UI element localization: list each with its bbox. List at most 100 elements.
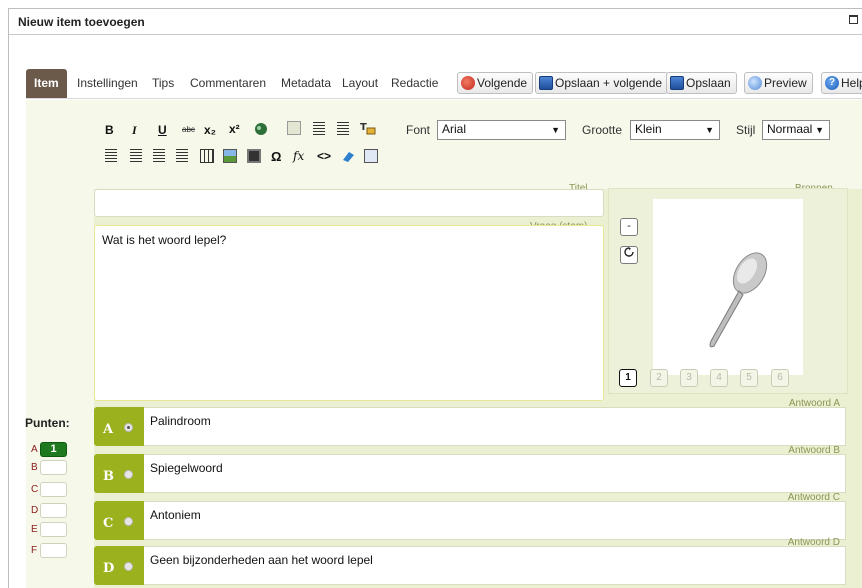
correct-answer-radio[interactable]: [124, 562, 133, 571]
points-input[interactable]: [40, 522, 67, 537]
answer-badge: B: [94, 454, 144, 493]
points-letter: E: [31, 524, 38, 535]
eraser-icon[interactable]: [341, 150, 355, 164]
points-letter: C: [31, 484, 39, 495]
help-label: Help: [841, 76, 862, 90]
answer-text: Spiegelwoord: [150, 461, 223, 475]
tab-metadata[interactable]: Metadata: [281, 76, 331, 90]
answer-letter: A: [103, 422, 114, 437]
clear-format-icon[interactable]: T: [360, 120, 376, 135]
special-char-button[interactable]: Ω: [271, 149, 281, 164]
size-label: Grootte: [582, 123, 623, 137]
answer-text: Palindroom: [150, 414, 211, 428]
underline-button[interactable]: U: [158, 123, 167, 137]
source-page-2[interactable]: 2: [650, 369, 668, 387]
source-page-6[interactable]: 6: [771, 369, 789, 387]
media-icon[interactable]: [247, 149, 261, 163]
outdent-icon[interactable]: [153, 149, 165, 163]
help-icon: ?: [825, 76, 839, 90]
points-input[interactable]: [40, 543, 67, 558]
refresh-source-button[interactable]: [620, 246, 638, 264]
style-select[interactable]: Normaal ▼: [762, 120, 830, 140]
correct-answer-radio[interactable]: [124, 423, 133, 432]
table-icon[interactable]: [200, 149, 214, 163]
svg-text:T: T: [360, 122, 367, 133]
next-button-label: Volgende: [477, 76, 528, 90]
superscript-button[interactable]: x²: [229, 122, 240, 136]
question-stem-text: Wat is het woord lepel?: [102, 233, 227, 247]
align-left-icon[interactable]: [287, 121, 301, 135]
image-icon[interactable]: [223, 149, 237, 163]
title-bar: Nieuw item toevoegen: [9, 9, 862, 35]
points-input[interactable]: 1: [40, 442, 67, 457]
tab-layout[interactable]: Layout: [342, 76, 378, 90]
question-stem-input[interactable]: Wat is het woord lepel?: [94, 225, 604, 401]
magnifier-icon: [748, 76, 762, 90]
points-letter: B: [31, 462, 38, 473]
source-code-button[interactable]: <>: [317, 149, 331, 163]
dialog-title: Nieuw item toevoegen: [18, 15, 145, 29]
answer-input[interactable]: Palindroom: [144, 407, 846, 446]
fullscreen-icon[interactable]: [364, 149, 378, 163]
tab-tips[interactable]: Tips: [152, 76, 174, 90]
source-page-5[interactable]: 5: [740, 369, 758, 387]
dialog-window: Nieuw item toevoegen Item Instellingen T…: [8, 8, 862, 588]
tab-commentaren[interactable]: Commentaren: [190, 76, 266, 90]
numbered-list-icon[interactable]: [130, 149, 142, 163]
font-select[interactable]: Arial ▼: [437, 120, 566, 140]
maximize-icon[interactable]: [849, 15, 858, 24]
bullet-list-icon[interactable]: [105, 149, 117, 163]
align-right-icon[interactable]: [337, 122, 349, 136]
points-letter: D: [31, 505, 39, 516]
remove-source-button[interactable]: -: [620, 218, 638, 236]
subscript-button[interactable]: x₂: [204, 123, 216, 137]
save-next-button[interactable]: Opslaan + volgende: [535, 72, 669, 94]
answer-text: Geen bijzonderheden aan het woord lepel: [150, 553, 373, 567]
answer-row-c: Antwoord C C Antoniem: [94, 492, 846, 540]
answer-text: Antoniem: [150, 508, 201, 522]
save-disk-icon: [670, 76, 684, 90]
save-label: Opslaan: [686, 76, 731, 90]
source-page-1[interactable]: 1: [619, 369, 637, 387]
tab-redactie[interactable]: Redactie: [391, 76, 438, 90]
style-label: Stijl: [736, 123, 756, 137]
answer-letter: D: [103, 561, 115, 576]
font-select-value: Arial: [442, 122, 467, 136]
formula-button[interactable]: fx: [293, 149, 304, 163]
answer-input[interactable]: Spiegelwoord: [144, 454, 846, 493]
tab-instellingen[interactable]: Instellingen: [77, 76, 138, 90]
save-next-label: Opslaan + volgende: [555, 76, 663, 90]
bold-button[interactable]: B: [105, 123, 114, 137]
indent-icon[interactable]: [176, 149, 188, 163]
points-input[interactable]: [40, 460, 67, 475]
source-page-3[interactable]: 3: [680, 369, 698, 387]
tab-item[interactable]: Item: [26, 69, 67, 98]
strikethrough-button[interactable]: abc: [182, 125, 195, 134]
spellcheck-icon[interactable]: [254, 122, 268, 136]
source-page-4[interactable]: 4: [710, 369, 728, 387]
style-select-value: Normaal: [767, 122, 813, 136]
dropdown-arrow-icon: ▼: [815, 125, 824, 135]
points-input[interactable]: [40, 482, 67, 497]
answer-input[interactable]: Antoniem: [144, 501, 846, 540]
font-label: Font: [406, 123, 431, 137]
answer-letter: B: [103, 469, 114, 484]
points-letter: F: [31, 545, 38, 556]
align-center-icon[interactable]: [313, 122, 325, 136]
spoon-icon: [709, 252, 768, 348]
sources-panel: - 1 2 3 4 5 6: [608, 188, 848, 394]
answer-row-a: Antwoord A A Palindroom: [94, 398, 846, 446]
italic-button[interactable]: I: [132, 123, 137, 138]
next-button[interactable]: Volgende: [457, 72, 534, 94]
answer-input[interactable]: Geen bijzonderheden aan het woord lepel: [144, 546, 846, 585]
points-input[interactable]: [40, 503, 67, 518]
size-select[interactable]: Klein ▼: [630, 120, 720, 140]
dropdown-arrow-icon: ▼: [551, 125, 560, 135]
help-button[interactable]: ? Help: [821, 72, 862, 94]
correct-answer-radio[interactable]: [124, 470, 133, 479]
save-button[interactable]: Opslaan: [666, 72, 737, 94]
source-image: [653, 199, 803, 375]
title-input[interactable]: [94, 189, 604, 217]
correct-answer-radio[interactable]: [124, 517, 133, 526]
preview-button[interactable]: Preview: [744, 72, 813, 94]
